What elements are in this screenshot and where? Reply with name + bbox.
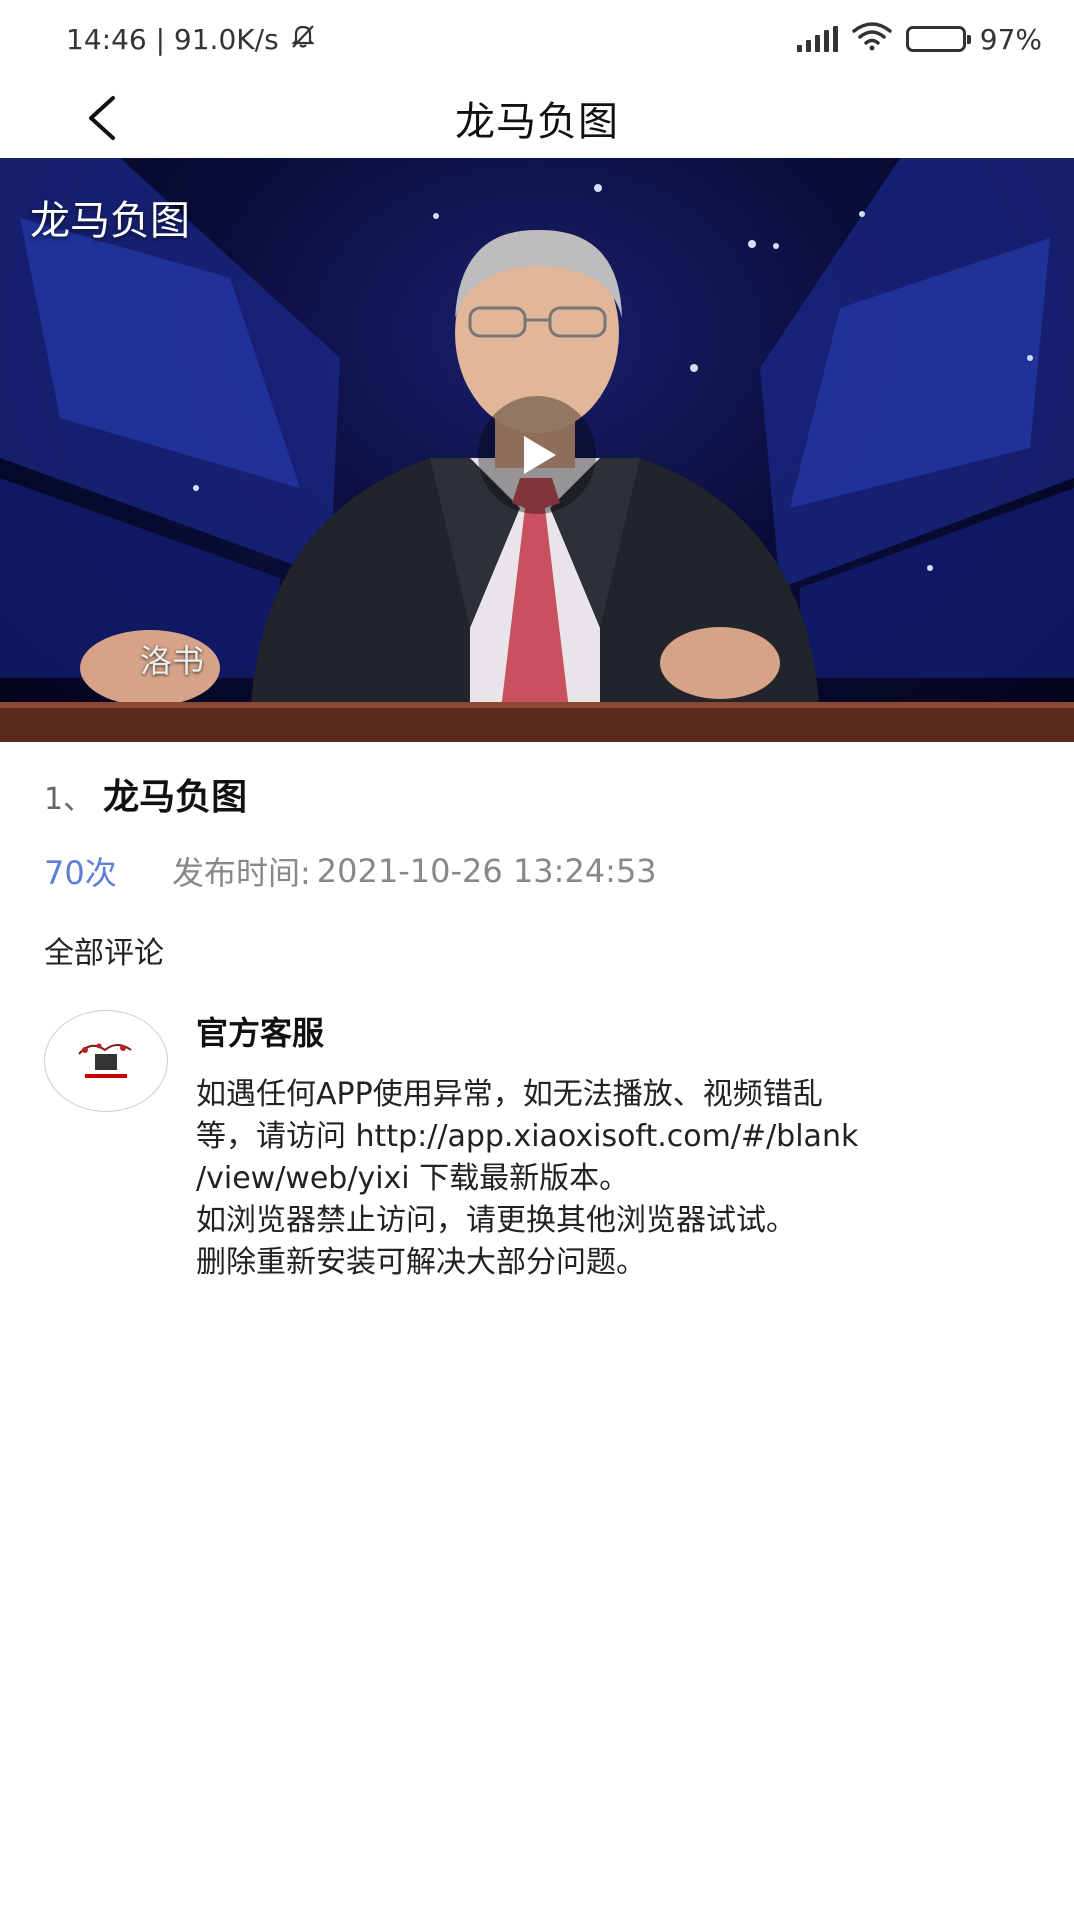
comment-line: /view/web/yixi 下载最新版本。 (196, 1161, 630, 1196)
status-left: 14:46 | 91.0K/s (66, 22, 317, 57)
battery-icon (905, 26, 971, 52)
back-button[interactable] (72, 88, 132, 148)
publish-label: 发布时间: (172, 854, 311, 892)
logo-avatar-image (78, 1043, 132, 1078)
episode-title: 龙马负图 (103, 777, 248, 818)
nav-bar: 龙马负图 (0, 78, 1074, 158)
avatar[interactable] (44, 1010, 168, 1112)
episode-index: 1、 (44, 782, 94, 817)
mute-bell-icon (289, 22, 317, 57)
chevron-left-icon (89, 96, 115, 140)
comment-body: 官方客服 如遇任何APP使用异常，如无法播放、视频错乱 等，请访问 http:/… (196, 1010, 1026, 1284)
view-count: 70次 (44, 854, 117, 892)
comment-text: 如遇任何APP使用异常，如无法播放、视频错乱 等，请访问 http://app.… (196, 1074, 1026, 1284)
video-info: 1、 龙马负图 70次 发布时间: 2021-10-26 13:24:53 (44, 768, 1034, 894)
publish-time: 2021-10-26 13:24:53 (316, 852, 657, 890)
signal-icon (796, 26, 838, 52)
video-player[interactable]: 龙马负图 洛书 (0, 158, 1074, 742)
status-time-speed: 14:46 | 91.0K/s (66, 22, 279, 56)
play-button[interactable] (478, 396, 596, 514)
video-overlay-title: 龙马负图 (30, 198, 190, 244)
play-icon (524, 436, 556, 474)
comment-author: 官方客服 (196, 1014, 325, 1052)
page-title: 龙马负图 (455, 99, 619, 145)
comment-line: 如浏览器禁止访问，请更换其他浏览器试试。 (196, 1203, 796, 1238)
comments-heading: 全部评论 (44, 936, 164, 971)
comment-line: 如遇任何APP使用异常，如无法播放、视频错乱 (196, 1077, 823, 1112)
wifi-icon (852, 21, 892, 58)
episode-line: 1、 龙马负图 (44, 768, 1034, 820)
meta-line: 70次 发布时间: 2021-10-26 13:24:53 (44, 848, 1034, 894)
video-caption: 洛书 (140, 642, 205, 680)
comment-line: 等，请访问 http://app.xiaoxisoft.com/#/blank (196, 1119, 859, 1154)
comment-line: 删除重新安装可解决大部分问题。 (196, 1245, 646, 1280)
status-right: 97% (796, 21, 1042, 58)
status-bar: 14:46 | 91.0K/s 97% (0, 0, 1074, 78)
battery-percent: 97% (979, 22, 1042, 56)
